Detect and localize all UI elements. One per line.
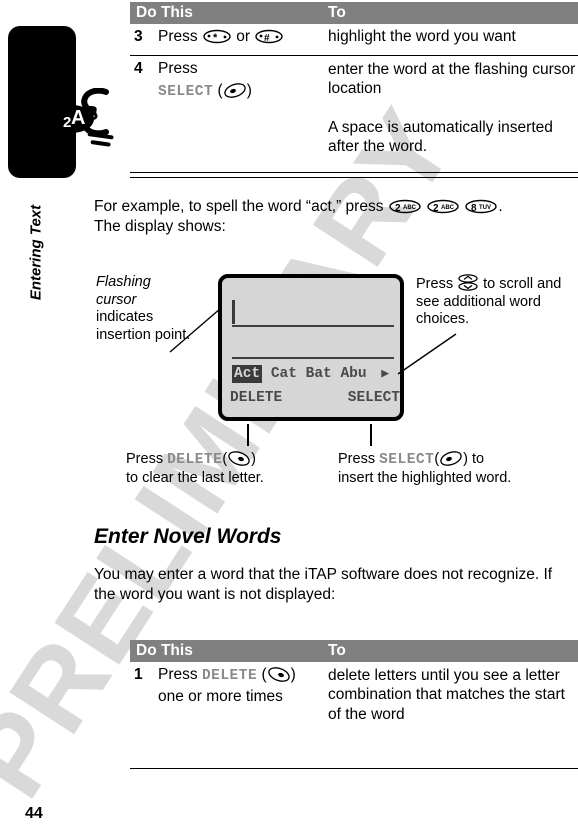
phone-illustration: 2 A B — [8, 26, 128, 182]
softkey-left-label[interactable]: DELETE — [230, 390, 282, 406]
pound-key-icon: # — [255, 29, 284, 44]
svg-text:2: 2 — [433, 203, 439, 214]
table-bottom-header-bar: Do This To — [130, 640, 578, 662]
svg-text:B: B — [84, 103, 98, 125]
section-paragraph: You may enter a word that the iTAP softw… — [94, 566, 553, 603]
phone-display-screen: Act Cat Bat Abu ▶ DELETE SELECT — [218, 274, 404, 421]
section-heading: Enter Novel Words — [94, 525, 282, 548]
left-softkey-icon — [228, 451, 250, 466]
scroll-callout: Press to scroll and see additional word … — [416, 274, 576, 329]
example-text-pre: For example, to spell the word “act,” pr… — [94, 198, 384, 215]
press-label: Press — [158, 666, 198, 683]
table-bottom-rule — [130, 172, 578, 178]
step-result: delete letters until you see a letter co… — [328, 667, 565, 723]
step-number: 3 — [134, 28, 143, 45]
scroll-callout-pre: Press — [416, 276, 454, 292]
right-softkey-icon — [223, 83, 246, 98]
softkey-bar: DELETE SELECT — [230, 390, 400, 406]
softkey-label: SELECT — [158, 84, 214, 100]
table-bottom-header-to: To — [328, 642, 346, 659]
star-key-icon: * — [203, 29, 231, 44]
example-text-post: . — [498, 198, 503, 215]
softkey-label: DELETE — [201, 668, 258, 684]
delete-key-caption: Press DELETE( ) to clear the last letter… — [126, 450, 316, 487]
caption-pre: Press — [338, 451, 376, 467]
svg-text:8: 8 — [471, 203, 477, 214]
example-paragraph: For example, to spell the word “act,” pr… — [94, 197, 578, 237]
table-top-header-do-this: Do This — [136, 4, 193, 21]
svg-text:ABC: ABC — [441, 205, 455, 211]
caption-pre: Press — [126, 451, 164, 467]
svg-text:#: # — [264, 33, 270, 44]
word-choice-selected[interactable]: Act — [232, 365, 263, 383]
word-choice-3[interactable]: Bat — [306, 366, 332, 382]
caption-line2: insert the highlighted word. — [338, 470, 512, 487]
select-key-caption: Press SELECT( ) to insert the highlighte… — [338, 450, 578, 487]
step-instruction-line2: one or more times — [158, 688, 283, 705]
select-leader-line — [370, 424, 372, 446]
chapter-side-tab: Entering Text — [22, 192, 50, 322]
svg-text:TUV: TUV — [479, 205, 491, 211]
step-number: 1 — [134, 666, 143, 683]
softkey-right-label[interactable]: SELECT — [348, 390, 400, 406]
right-softkey-icon — [440, 451, 462, 466]
table-bottom-row-1: 1 Press DELETE ( ) one or more times del… — [130, 666, 578, 766]
text-entry-line-1 — [232, 325, 394, 327]
page-number: 44 — [25, 805, 43, 822]
key-8tuv-icon: 8 TUV — [465, 199, 498, 214]
word-choice-4[interactable]: Abu — [340, 366, 366, 382]
step-instruction: Press DELETE ( ) — [158, 666, 296, 684]
table-top-header-bar: Do This To — [130, 2, 578, 24]
svg-text:ABC: ABC — [403, 205, 417, 211]
table-top-row-4: 4 Press SELECT ( ) enter the word at the… — [130, 60, 578, 170]
left-softkey-icon — [267, 667, 290, 682]
softkey-instruction: SELECT ( ) — [158, 82, 252, 100]
press-label: Press — [158, 60, 198, 77]
svg-text:*: * — [213, 32, 218, 44]
svg-text:2: 2 — [395, 203, 401, 214]
caption-close-paren: ) to — [463, 451, 485, 467]
key-2abc-icon: 2 ABC — [427, 199, 459, 214]
step-result: highlight the word you want — [328, 28, 516, 45]
or-label: or — [236, 28, 251, 45]
table-top-row-3: 3 Press * or # highlight the word you wa… — [130, 28, 578, 54]
caption-key: SELECT — [379, 452, 435, 468]
delete-leader-line — [247, 424, 249, 446]
step-number: 4 — [134, 60, 143, 77]
manual-page: Entering Text 2 A B Do This To 3 Press * — [0, 0, 578, 835]
word-choice-2[interactable]: Cat — [271, 366, 297, 382]
table-bottom-header-do-this: Do This — [136, 642, 193, 659]
caption-close-paren: ) — [251, 451, 257, 467]
keypad-2abc-icon: 2 A B — [50, 88, 114, 147]
word-choice-row[interactable]: Act Cat Bat Abu ▶ — [232, 365, 400, 386]
step-result-note: A space is automatically inserted after … — [328, 119, 553, 156]
scroll-callout-leader-line — [397, 333, 457, 375]
callout-italic-line1: Flashing — [96, 274, 151, 290]
more-choices-arrow-icon[interactable]: ▶ — [381, 366, 389, 381]
step-result: enter the word at the flashing cursor lo… — [328, 61, 576, 98]
text-entry-line-2 — [232, 357, 394, 359]
key-2abc-icon: 2 ABC — [389, 199, 421, 214]
nav-up-down-key-icon — [458, 274, 478, 291]
table-rule — [130, 55, 578, 56]
example-text-line2: The display shows: — [94, 217, 226, 235]
callout-italic-line2: cursor — [96, 291, 137, 308]
caption-line2: to clear the last letter. — [126, 470, 264, 487]
display-diagram: Flashing cursor indicates insertion poin… — [96, 272, 578, 497]
text-cursor — [232, 300, 235, 324]
press-label: Press — [158, 28, 198, 45]
chapter-side-tab-label: Entering Text — [27, 204, 45, 301]
step-instruction: Press * or # — [158, 28, 284, 46]
table-top-header-to: To — [328, 4, 346, 21]
caption-key: DELETE — [167, 452, 223, 468]
table-bottom-rule — [130, 768, 578, 769]
